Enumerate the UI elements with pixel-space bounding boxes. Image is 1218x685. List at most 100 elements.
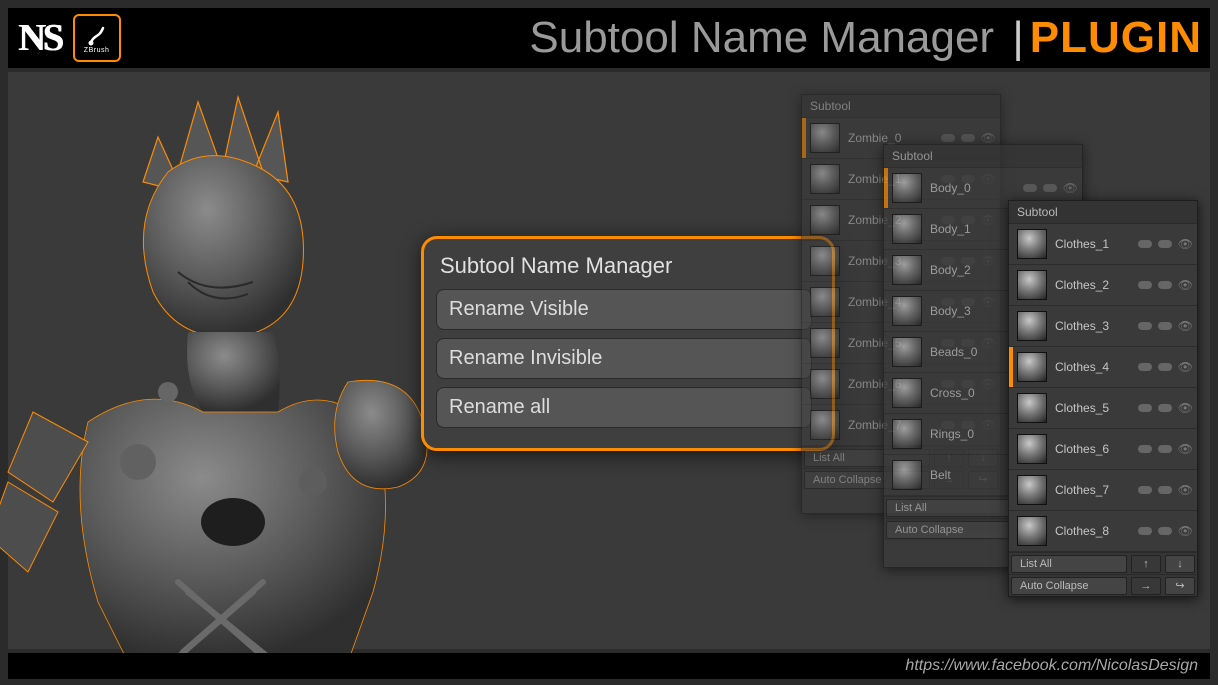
active-marker [1009,306,1013,346]
move-down-button[interactable]: ↓ [1165,555,1195,573]
polypaint-toggle-icon[interactable] [1138,527,1152,535]
subtool-thumbnail [892,337,922,367]
subtool-name: Clothes_4 [1051,360,1134,374]
visibility-eye-icon[interactable]: 👁 [981,131,996,145]
plugin-dialog: Subtool Name Manager Rename Visible Rena… [421,236,835,451]
subtool-thumbnail [1017,270,1047,300]
active-marker [802,241,806,281]
subtool-row[interactable]: Clothes_4 👁 [1009,347,1197,388]
subtool-name: Body_2 [926,263,1019,277]
rename-invisible-button[interactable]: Rename Invisible [436,338,812,379]
mode-toggle-icon[interactable] [1158,527,1172,535]
rename-all-button[interactable]: Rename all [436,387,812,428]
subtool-thumbnail [1017,229,1047,259]
subtool-thumbnail [892,214,922,244]
subtool-thumbnail [810,123,840,153]
subtool-thumbnail [892,378,922,408]
subtool-row[interactable]: Clothes_2👁 [1009,265,1197,306]
visibility-eye-icon[interactable]: 👁 [1178,237,1193,251]
panel-header: Subtool [884,145,1082,168]
auto-collapse-button[interactable]: Auto Collapse [886,521,1012,539]
polypaint-toggle-icon[interactable] [1138,281,1152,289]
row-controls: 👁 [1138,360,1193,374]
mode-toggle-icon[interactable] [1158,404,1172,412]
subtool-row[interactable]: Clothes_3 👁 [1009,306,1197,347]
polypaint-toggle-icon[interactable] [1138,404,1152,412]
mode-toggle-icon[interactable] [1158,322,1172,330]
polypaint-toggle-icon[interactable] [941,134,955,142]
move-up-button[interactable]: ↑ [1131,555,1161,573]
subtool-row[interactable]: Clothes_1👁 [1009,224,1197,265]
active-marker [1009,347,1013,387]
sculpt-render [0,82,458,662]
mode-toggle-icon[interactable] [961,134,975,142]
rename-visible-button[interactable]: Rename Visible [436,289,812,330]
list-all-button[interactable]: List All [1011,555,1127,573]
polypaint-toggle-icon[interactable] [1138,363,1152,371]
banner-title: Subtool Name Manager |PLUGIN [121,13,1206,63]
mode-toggle-icon[interactable] [1158,486,1172,494]
subtool-thumbnail [1017,516,1047,546]
visibility-eye-icon[interactable]: 👁 [1178,401,1193,415]
visibility-eye-icon[interactable]: 👁 [1178,442,1193,456]
active-marker [802,200,806,240]
polypaint-toggle-icon[interactable] [1023,184,1037,192]
polypaint-toggle-icon[interactable] [1138,322,1152,330]
polypaint-toggle-icon[interactable] [1138,445,1152,453]
visibility-eye-icon[interactable]: 👁 [1063,181,1078,195]
subtool-thumbnail [810,205,840,235]
polypaint-toggle-icon[interactable] [1138,240,1152,248]
collapse-fwd-button[interactable]: → [1131,577,1161,595]
dialog-title: Subtool Name Manager [436,249,820,289]
subtool-thumbnail [892,255,922,285]
subtool-row[interactable]: Clothes_5 👁 [1009,388,1197,429]
footer-bar: https://www.facebook.com/NicolasDesign [8,653,1210,679]
subtool-thumbnail [1017,352,1047,382]
visibility-eye-icon[interactable]: 👁 [1178,319,1193,333]
mode-toggle-icon[interactable] [1158,445,1172,453]
mode-toggle-icon[interactable] [1158,281,1172,289]
row-controls: 👁 [1138,237,1193,251]
subtool-name: Clothes_3 [1051,319,1134,333]
subtool-name: Clothes_7 [1051,483,1134,497]
active-marker [884,250,888,290]
subtool-row[interactable]: Clothes_8 👁 [1009,511,1197,552]
subtool-name: Body_1 [926,222,1019,236]
active-marker [1009,265,1013,305]
row-controls: 👁 [1138,319,1193,333]
subtool-name: Clothes_6 [1051,442,1134,456]
subtool-name: Clothes_8 [1051,524,1134,538]
mode-toggle-icon[interactable] [1158,240,1172,248]
mode-toggle-icon[interactable] [1043,184,1057,192]
subtool-thumbnail [892,296,922,326]
row-controls: 👁 [1138,442,1193,456]
collapse-return-button[interactable]: ↪ [1165,577,1195,595]
active-marker [802,323,806,363]
active-marker [1009,388,1013,428]
subtool-name: Clothes_5 [1051,401,1134,415]
list-all-button[interactable]: List All [886,499,1012,517]
row-controls: 👁 [941,131,996,145]
subtool-name: Zombie_0 [844,131,937,145]
polypaint-toggle-icon[interactable] [1138,486,1152,494]
visibility-eye-icon[interactable]: 👁 [1178,278,1193,292]
subtool-name: Body_0 [926,181,1019,195]
zbrush-label: ZBrush [84,47,110,54]
visibility-eye-icon[interactable]: 👁 [1178,483,1193,497]
panel-header: Subtool [802,95,1000,118]
subtool-name: Rings_0 [926,427,1019,441]
auto-collapse-button[interactable]: Auto Collapse [1011,577,1127,595]
panel-header: Subtool [1009,201,1197,224]
subtool-row[interactable]: Clothes_6 👁 [1009,429,1197,470]
active-marker [1009,511,1013,551]
active-marker [884,414,888,454]
panel-footer: List All ↑ ↓ Auto Collapse → ↪ [1009,552,1197,596]
visibility-eye-icon[interactable]: 👁 [1178,524,1193,538]
mode-toggle-icon[interactable] [1158,363,1172,371]
subtool-thumbnail [810,287,840,317]
visibility-eye-icon[interactable]: 👁 [1178,360,1193,374]
subtool-name: Beads_0 [926,345,1019,359]
subtool-thumbnail [810,369,840,399]
active-marker [802,364,806,404]
subtool-row[interactable]: Clothes_7 👁 [1009,470,1197,511]
